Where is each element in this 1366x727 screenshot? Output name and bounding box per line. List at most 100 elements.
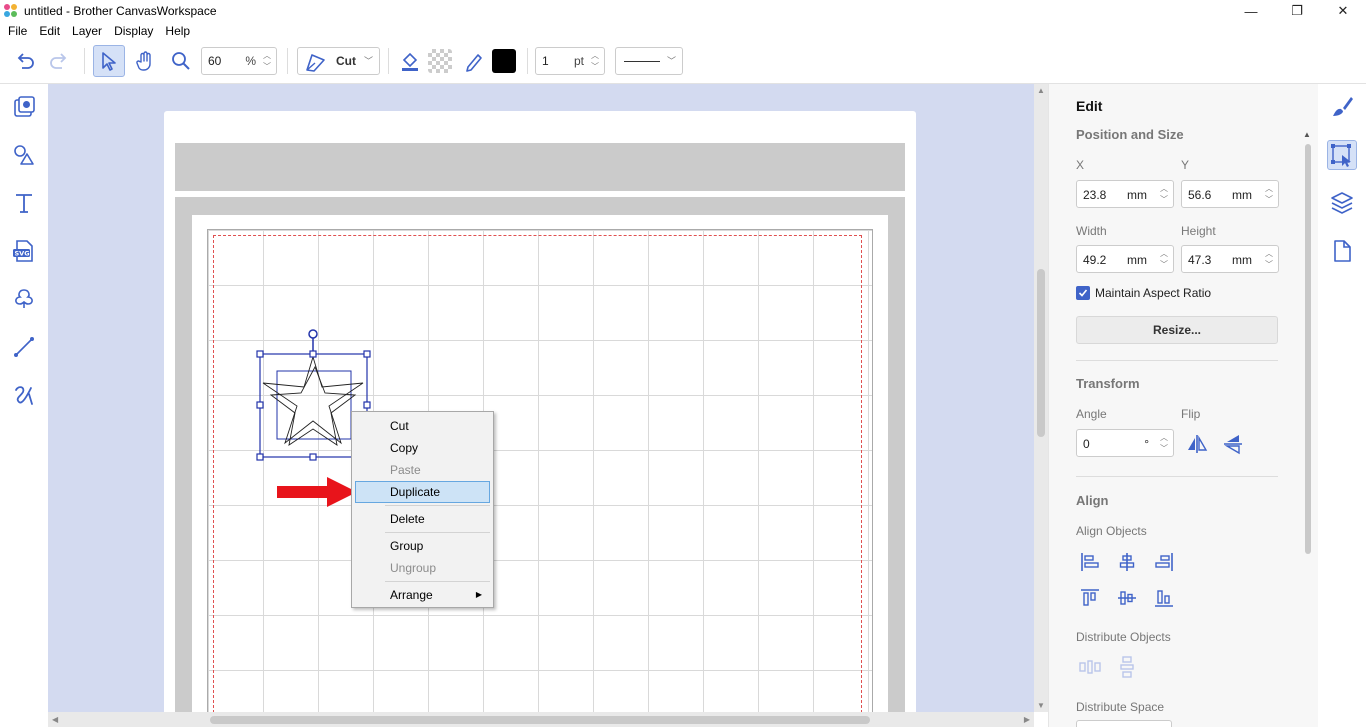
menu-display[interactable]: Display <box>108 22 159 40</box>
menu-item-duplicate[interactable]: Duplicate <box>355 481 490 503</box>
align-bottom-icon[interactable] <box>1151 585 1177 611</box>
chevron-up-icon[interactable]: ︿ <box>1160 248 1168 259</box>
panel-title: Edit <box>1076 98 1103 114</box>
aspect-ratio-checkbox[interactable] <box>1076 286 1090 300</box>
edit-tab-icon[interactable] <box>1327 140 1357 170</box>
shapes-icon[interactable] <box>9 140 39 170</box>
menu-item-copy[interactable]: Copy <box>355 437 490 459</box>
svg-text:SVG: SVG <box>15 250 30 258</box>
height-value[interactable]: 47.3 <box>1188 253 1211 267</box>
paint-brush-icon[interactable] <box>1327 92 1357 122</box>
chevron-down-icon[interactable]: ﹀ <box>1265 259 1273 270</box>
canvas-area[interactable] <box>48 84 1034 712</box>
line-color-icon[interactable] <box>460 46 488 76</box>
horizontal-scroll-thumb[interactable] <box>210 716 870 724</box>
angle-field[interactable]: 0 ° ︿ ﹀ <box>1076 429 1174 457</box>
zoom-icon[interactable] <box>166 46 196 76</box>
chevron-up-icon[interactable]: ︿ <box>591 50 599 61</box>
menu-help[interactable]: Help <box>159 22 196 40</box>
line-width-value[interactable]: 1 <box>536 54 549 68</box>
chevron-down-icon[interactable]: ﹀ <box>263 61 271 72</box>
image-trace-icon[interactable] <box>9 284 39 314</box>
vertical-scroll-thumb[interactable] <box>1037 269 1045 437</box>
freehand-icon[interactable] <box>9 380 39 410</box>
chevron-down-icon[interactable]: ﹀ <box>1160 194 1168 205</box>
grid-area[interactable] <box>207 229 873 712</box>
zoom-value[interactable]: 60 <box>202 54 221 68</box>
chevron-up-icon[interactable]: ︿ <box>1160 432 1168 443</box>
fill-color-icon[interactable] <box>396 46 424 76</box>
svg-import-icon[interactable]: SVG <box>9 236 39 266</box>
zoom-unit: % <box>245 54 256 68</box>
page-settings-icon[interactable] <box>1327 236 1357 266</box>
scroll-up-icon[interactable]: ▲ <box>1037 86 1045 95</box>
chevron-up-icon[interactable]: ︿ <box>1265 183 1273 194</box>
distribute-space-field[interactable] <box>1076 720 1172 727</box>
layers-icon[interactable] <box>1327 188 1357 218</box>
menu-layer[interactable]: Layer <box>66 22 108 40</box>
align-objects-label: Align Objects <box>1076 524 1147 538</box>
distribute-vertical-icon <box>1114 654 1140 680</box>
canvas-vertical-scrollbar[interactable]: ▲ ▼ <box>1034 84 1048 712</box>
close-button[interactable]: ✕ <box>1320 0 1366 22</box>
flip-label: Flip <box>1181 407 1201 421</box>
text-icon[interactable] <box>9 188 39 218</box>
menu-item-cut[interactable]: Cut <box>355 415 490 437</box>
menu-file[interactable]: File <box>2 22 33 40</box>
menu-item-group[interactable]: Group <box>355 535 490 557</box>
scroll-right-icon[interactable]: ▶ <box>1024 715 1030 724</box>
scroll-left-icon[interactable]: ◀ <box>52 715 58 724</box>
align-middle-icon[interactable] <box>1114 585 1140 611</box>
select-tool-icon[interactable] <box>93 45 125 77</box>
panel-scroll-thumb[interactable] <box>1305 144 1311 554</box>
title-bar: untitled - Brother CanvasWorkspace — ❐ ✕ <box>0 0 1366 22</box>
redo-icon[interactable] <box>44 46 74 76</box>
chevron-down-icon[interactable]: ﹀ <box>1265 194 1273 205</box>
height-field[interactable]: 47.3 mm ︿ ﹀ <box>1181 245 1279 273</box>
transparent-fill-icon[interactable] <box>426 46 454 76</box>
menu-item-delete[interactable]: Delete <box>355 508 490 530</box>
scroll-down-icon[interactable]: ▼ <box>1037 701 1045 710</box>
mode-dropdown[interactable]: Cut ﹀ <box>297 47 380 75</box>
hand-tool-icon[interactable] <box>130 46 160 76</box>
x-value[interactable]: 23.8 <box>1083 188 1106 202</box>
x-field[interactable]: 23.8 mm ︿ ﹀ <box>1076 180 1174 208</box>
align-center-icon[interactable] <box>1114 549 1140 575</box>
x-label: X <box>1076 158 1085 172</box>
angle-value[interactable]: 0 <box>1083 437 1090 451</box>
aspect-ratio-label[interactable]: Maintain Aspect Ratio <box>1095 286 1211 300</box>
align-left-icon[interactable] <box>1077 549 1103 575</box>
menu-item-arrange[interactable]: Arrange ▶ <box>355 584 490 606</box>
line-color-swatch[interactable] <box>490 46 518 76</box>
width-field[interactable]: 49.2 mm ︿ ﹀ <box>1076 245 1174 273</box>
chevron-down-icon[interactable]: ﹀ <box>1160 443 1168 454</box>
minimize-button[interactable]: — <box>1228 0 1274 22</box>
panel-scrollbar[interactable]: ▲ <box>1302 130 1312 727</box>
line-tool-icon[interactable] <box>9 332 39 362</box>
resize-button[interactable]: Resize... <box>1076 316 1278 344</box>
canvas-horizontal-scrollbar[interactable]: ◀ ▶ <box>48 712 1034 727</box>
chevron-up-icon[interactable]: ︿ <box>1265 248 1273 259</box>
menu-edit[interactable]: Edit <box>33 22 66 40</box>
y-value[interactable]: 56.6 <box>1188 188 1211 202</box>
align-right-icon[interactable] <box>1151 549 1177 575</box>
line-style-dropdown[interactable]: ﹀ <box>615 47 683 75</box>
width-unit: mm <box>1127 253 1147 267</box>
flip-vertical-icon[interactable] <box>1220 431 1246 457</box>
align-top-icon[interactable] <box>1077 585 1103 611</box>
chevron-down-icon[interactable]: ﹀ <box>591 61 599 72</box>
chevron-down-icon[interactable]: ﹀ <box>1160 259 1168 270</box>
flip-horizontal-icon[interactable] <box>1184 431 1210 457</box>
y-field[interactable]: 56.6 mm ︿ ﹀ <box>1181 180 1279 208</box>
width-value[interactable]: 49.2 <box>1083 253 1106 267</box>
line-width-stepper[interactable]: 1 pt ︿ ﹀ <box>535 47 605 75</box>
templates-icon[interactable] <box>9 92 39 122</box>
undo-icon[interactable] <box>10 46 40 76</box>
restore-button[interactable]: ❐ <box>1274 0 1320 22</box>
y-unit: mm <box>1232 188 1252 202</box>
scroll-up-icon[interactable]: ▲ <box>1303 130 1311 139</box>
right-tab-bar <box>1318 84 1366 727</box>
chevron-up-icon[interactable]: ︿ <box>263 50 271 61</box>
chevron-up-icon[interactable]: ︿ <box>1160 183 1168 194</box>
zoom-stepper[interactable]: 60 % ︿ ﹀ <box>201 47 277 75</box>
